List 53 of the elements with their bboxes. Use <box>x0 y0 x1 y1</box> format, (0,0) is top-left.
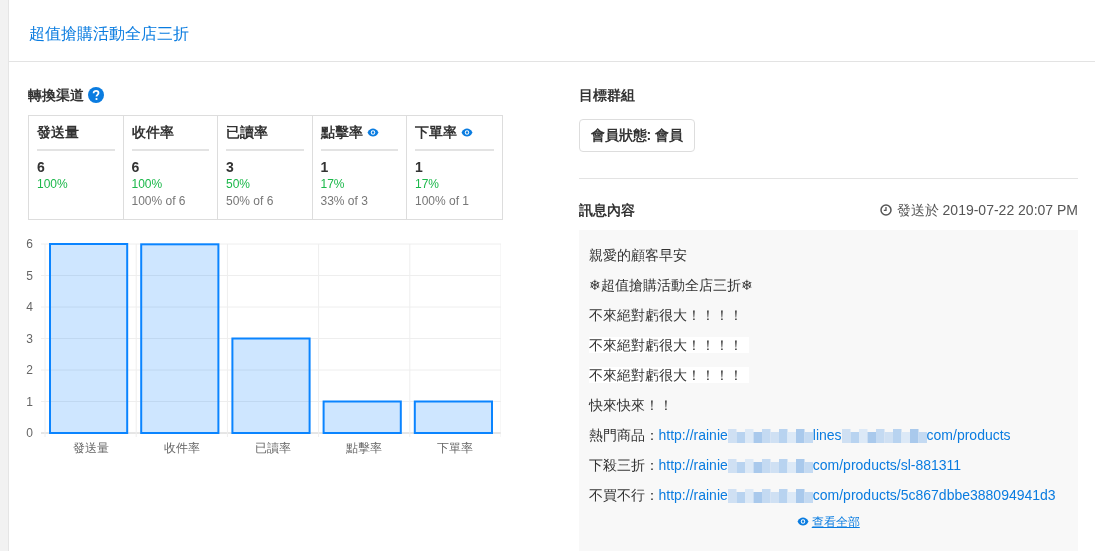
message-line: ❄超值搶購活動全店三折❄ <box>588 277 753 293</box>
count-value: 3 <box>226 159 235 176</box>
axis-tick-label: 1 <box>26 394 33 409</box>
column-header: 點擊率 <box>320 123 363 142</box>
relative-rate: 100% of 6 <box>131 193 187 210</box>
column-header: 下單率 <box>415 123 457 142</box>
axis-category-label: 已讀率 <box>255 441 291 455</box>
axis-tick-label: 2 <box>26 363 33 377</box>
section-title: 轉換渠道 <box>28 85 84 105</box>
axis-tick-label: 0 <box>26 426 33 440</box>
product-link[interactable]: http://rainie com/products/5c867dbbe388094941d3 <box>658 487 1056 503</box>
column-header: 收件率 <box>131 123 174 142</box>
help-icon[interactable] <box>88 87 104 103</box>
count-value: 6 <box>37 159 46 176</box>
rate-value: 100% <box>37 176 69 193</box>
count-value: 6 <box>131 159 141 176</box>
axis-category-label: 發送量 <box>72 441 109 455</box>
product-link[interactable]: http://rainie lines com/products <box>658 427 1011 443</box>
clock-icon <box>879 204 892 216</box>
count-value: 1 <box>415 159 424 176</box>
section-title: 目標群組 <box>578 85 635 105</box>
tag-chip: 會員狀態: 會員 <box>578 119 696 152</box>
count-value: 1 <box>320 159 330 176</box>
relative-rate: 33% of 3 <box>320 193 369 210</box>
relative-rate: 100% of 1 <box>415 193 471 210</box>
relative-rate: 50% of 6 <box>226 193 275 210</box>
axis-tick-label: 3 <box>26 331 33 346</box>
rate-value: 100% <box>131 176 164 193</box>
rate-value: 17% <box>320 176 346 193</box>
eye-icon <box>796 517 809 526</box>
axis-tick-label: 5 <box>26 268 33 283</box>
column-header: 發送量 <box>37 123 79 142</box>
link-label: 不買不行： <box>588 487 659 503</box>
link-label: 熱門商品： <box>588 427 659 443</box>
eye-icon[interactable] <box>461 128 473 137</box>
eye-icon[interactable] <box>366 128 379 137</box>
rate-value: 50% <box>226 176 252 193</box>
page-title: 超值搶購活動全店三折 <box>29 25 189 42</box>
axis-tick-label: 6 <box>26 237 33 251</box>
sent-time: 發送於 2019-07-22 20:07 PM <box>896 200 1078 220</box>
message-line: 快來快來！！ <box>588 397 673 413</box>
axis-tick-label: 4 <box>26 300 33 314</box>
message-line: 不來絕對虧很大！！！！ <box>588 307 743 323</box>
message-line: 親愛的顧客早安 <box>588 247 687 263</box>
column-header: 已讀率 <box>226 123 268 142</box>
product-link[interactable]: http://rainie com/products/sl-881311 <box>658 457 962 473</box>
rate-value: 17% <box>415 176 441 193</box>
link-label: 下殺三折： <box>588 457 659 473</box>
axis-category-label: 收件率 <box>163 441 200 455</box>
view-all-link[interactable]: 查看全部 <box>796 512 860 531</box>
axis-category-label: 點擊率 <box>346 441 383 455</box>
axis-category-label: 下單率 <box>437 441 474 455</box>
section-title: 訊息內容 <box>578 200 635 220</box>
